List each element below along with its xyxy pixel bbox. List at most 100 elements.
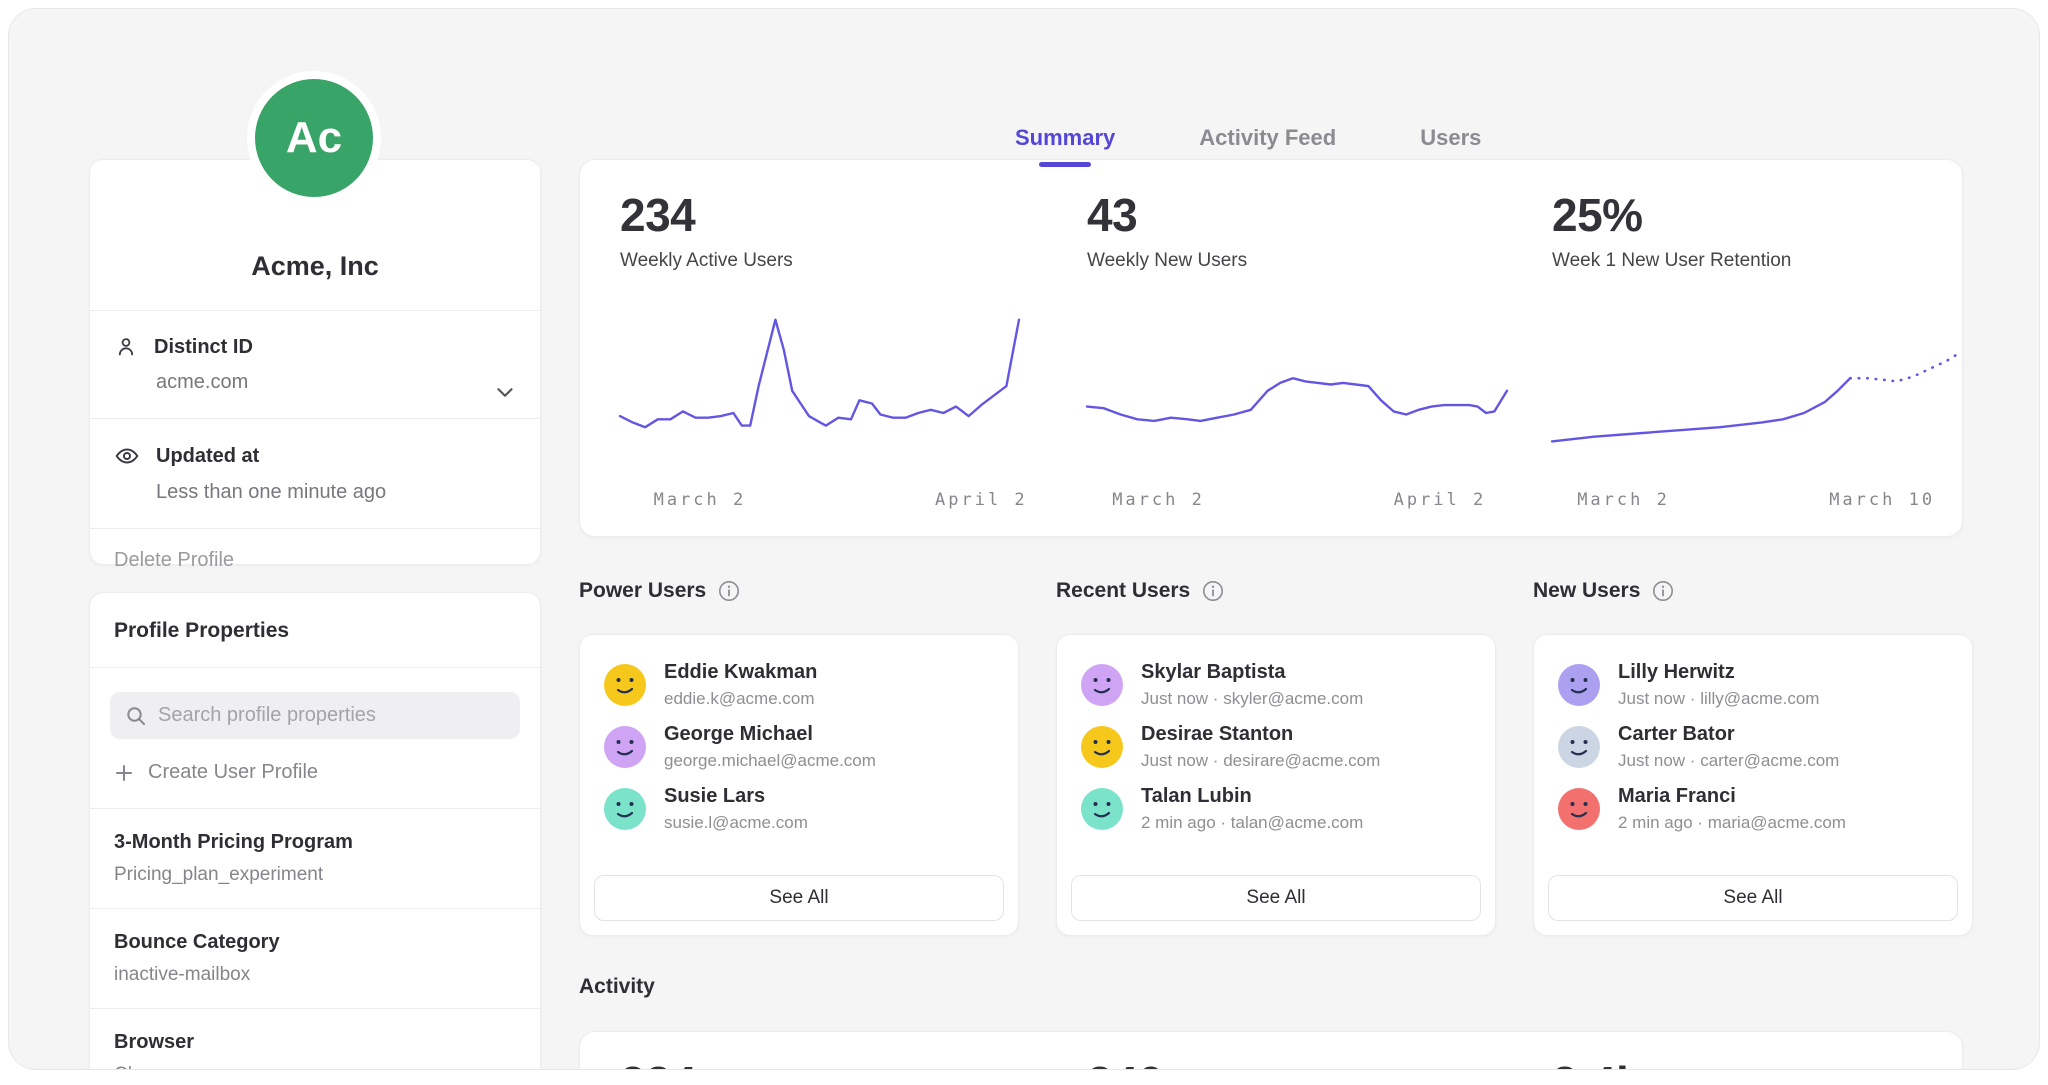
stat-number: 43 [1087, 188, 1507, 242]
power-users-heading: Power Users [579, 579, 740, 603]
user-subtext: Just now · skyler@acme.com [1141, 689, 1363, 709]
list-item[interactable]: Talan Lubin 2 min ago · talan@acme.com [1057, 771, 1495, 833]
updated-at-label: Updated at [156, 445, 259, 468]
see-all-button[interactable]: See All [1071, 875, 1481, 921]
info-icon[interactable] [1202, 580, 1224, 602]
list-item[interactable]: Desirae Stanton Just now · desirare@acme… [1057, 709, 1495, 771]
profile-card: Acme, Inc Distinct ID acme.com [89, 159, 541, 565]
activity-stat: 3.4k [1552, 1056, 1642, 1070]
app-frame: Ac Acme, Inc Distinct ID acme.com [8, 8, 2040, 1070]
property-label: Browser [114, 1031, 516, 1054]
property-value: inactive-mailbox [114, 964, 516, 986]
profile-properties-title: Profile Properties [90, 593, 540, 667]
see-all-button[interactable]: See All [1548, 875, 1958, 921]
list-item[interactable]: Eddie Kwakman eddie.k@acme.com [580, 635, 1018, 709]
person-icon [114, 335, 138, 359]
x-axis-tick: March 2 [1577, 490, 1670, 510]
recent-users-card: Skylar Baptista Just now · skyler@acme.c… [1056, 634, 1496, 936]
create-user-profile-button[interactable]: Create User Profile [114, 761, 516, 784]
info-icon[interactable] [1652, 580, 1674, 602]
eye-icon [114, 443, 140, 469]
user-avatar [1081, 788, 1123, 830]
plus-icon [114, 763, 134, 783]
user-name: Desirae Stanton [1141, 723, 1380, 746]
updated-at-value: Less than one minute ago [156, 481, 516, 504]
property-label: Bounce Category [114, 931, 516, 954]
user-subtext: Just now · carter@acme.com [1618, 751, 1839, 771]
x-axis-tick: April 2 [1394, 490, 1487, 510]
power-users-card: Eddie Kwakman eddie.k@acme.com George Mi… [579, 634, 1019, 936]
user-name: Eddie Kwakman [664, 661, 817, 684]
activity-heading: Activity [579, 975, 655, 999]
property-label: 3-Month Pricing Program [114, 831, 516, 854]
user-subtext: eddie.k@acme.com [664, 689, 817, 709]
user-avatar [1081, 664, 1123, 706]
company-avatar-initials: Ac [286, 113, 342, 163]
weekly-active-users-chart [620, 310, 1040, 478]
search-icon [124, 704, 148, 728]
distinct-id-label: Distinct ID [154, 336, 253, 359]
retention-chart [1552, 310, 1972, 478]
info-icon[interactable] [718, 580, 740, 602]
list-item[interactable]: Maria Franci 2 min ago · maria@acme.com [1534, 771, 1972, 833]
user-name: Lilly Herwitz [1618, 661, 1819, 684]
property-row[interactable]: Browser Chrome [90, 1009, 540, 1070]
stat-number: 25% [1552, 188, 1972, 242]
user-subtext: Just now · lilly@acme.com [1618, 689, 1819, 709]
divider [90, 667, 540, 668]
user-avatar [1558, 664, 1600, 706]
property-row[interactable]: 3-Month Pricing Program Pricing_plan_exp… [90, 809, 540, 908]
tab-activity-feed[interactable]: Activity Feed [1199, 125, 1336, 165]
tab-summary-label: Summary [1015, 125, 1115, 150]
activity-stat: 234 [620, 1056, 697, 1070]
tab-bar: Summary Activity Feed Users [1015, 125, 1481, 165]
new-users-heading: New Users [1533, 579, 1674, 603]
delete-profile-button[interactable]: Delete Profile [90, 529, 540, 592]
user-name: Carter Bator [1618, 723, 1839, 746]
user-avatar [604, 726, 646, 768]
tab-summary[interactable]: Summary [1015, 125, 1115, 165]
search-profile-properties-input[interactable] [110, 692, 520, 739]
user-avatar [604, 788, 646, 830]
property-value: Chrome [114, 1064, 516, 1070]
recent-users-heading: Recent Users [1056, 579, 1224, 603]
user-subtext: 2 min ago · maria@acme.com [1618, 813, 1846, 833]
updated-at-row: Updated at Less than one minute ago [90, 419, 540, 528]
list-item[interactable]: Susie Lars susie.l@acme.com [580, 771, 1018, 833]
user-name: Skylar Baptista [1141, 661, 1363, 684]
x-axis-tick: April 2 [935, 490, 1028, 510]
user-name: Susie Lars [664, 785, 808, 808]
x-axis-tick: March 10 [1829, 490, 1935, 510]
list-item[interactable]: Lilly Herwitz Just now · lilly@acme.com [1534, 635, 1972, 709]
stat-label: Weekly Active Users [620, 250, 1040, 272]
distinct-id-value: acme.com [156, 371, 516, 394]
activity-card: 234 240 3.4k [579, 1031, 1963, 1070]
distinct-id-row[interactable]: Distinct ID acme.com [90, 311, 540, 418]
user-avatar [1558, 726, 1600, 768]
user-subtext: susie.l@acme.com [664, 813, 808, 833]
create-user-profile-label: Create User Profile [148, 761, 318, 784]
section-title: Recent Users [1056, 579, 1190, 603]
stat-label: Weekly New Users [1087, 250, 1507, 272]
x-axis-tick: March 2 [654, 490, 747, 510]
list-item[interactable]: Carter Bator Just now · carter@acme.com [1534, 709, 1972, 771]
property-value: Pricing_plan_experiment [114, 864, 516, 886]
weekly-active-users-stat: 234 Weekly Active Users March 2 April 2 [600, 160, 1040, 536]
section-title: Power Users [579, 579, 706, 603]
summary-stats-card: 234 Weekly Active Users March 2 April 2 … [579, 159, 1963, 537]
property-row[interactable]: Bounce Category inactive-mailbox [90, 909, 540, 1008]
weekly-new-users-stat: 43 Weekly New Users March 2 April 2 [1067, 160, 1507, 536]
tab-users[interactable]: Users [1420, 125, 1481, 165]
tab-activity-feed-label: Activity Feed [1199, 125, 1336, 150]
tab-users-label: Users [1420, 125, 1481, 150]
list-item[interactable]: George Michael george.michael@acme.com [580, 709, 1018, 771]
user-subtext: george.michael@acme.com [664, 751, 876, 771]
new-users-card: Lilly Herwitz Just now · lilly@acme.com … [1533, 634, 1973, 936]
see-all-button[interactable]: See All [594, 875, 1004, 921]
active-tab-underline [1039, 162, 1091, 167]
profile-properties-card: Profile Properties Create User Profile 3… [89, 592, 541, 1070]
chevron-down-icon[interactable] [492, 379, 518, 405]
user-subtext: 2 min ago · talan@acme.com [1141, 813, 1363, 833]
list-item[interactable]: Skylar Baptista Just now · skyler@acme.c… [1057, 635, 1495, 709]
user-name: Talan Lubin [1141, 785, 1363, 808]
